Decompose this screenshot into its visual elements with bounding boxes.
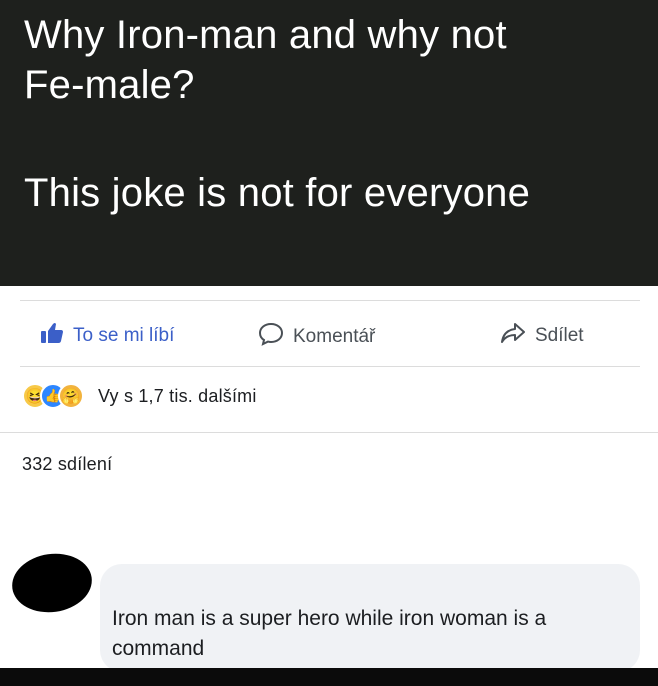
like-label: To se mi líbí: [73, 325, 175, 346]
share-arrow-icon: [500, 322, 526, 350]
post-actions: To se mi líbí Komentář Sdílet: [0, 310, 658, 360]
thumbs-up-icon: [40, 322, 64, 350]
comment-label: Komentář: [293, 326, 376, 347]
caption-banner: Why Iron-man and why not Fe-male? This j…: [0, 0, 658, 286]
care-icon: 🤗: [58, 383, 84, 409]
comment-button[interactable]: Komentář: [258, 322, 375, 352]
post-card: To se mi líbí Komentář Sdílet 😆 👍 🤗 Vy s…: [0, 286, 658, 686]
bottom-edge: [0, 668, 658, 686]
share-count[interactable]: 332 sdílení: [22, 454, 112, 475]
caption-line-1: Why Iron-man and why not: [24, 13, 507, 57]
share-label: Sdílet: [535, 325, 584, 346]
reactions-text: Vy s 1,7 tis. dalšími: [98, 385, 257, 406]
share-button[interactable]: Sdílet: [500, 322, 584, 350]
comment-text: Iron man is a super hero while iron woma…: [112, 607, 547, 660]
speech-bubble-icon: [258, 322, 284, 352]
divider: [0, 432, 658, 433]
reactions-summary[interactable]: 😆 👍 🤗 Vy s 1,7 tis. dalšími: [22, 378, 257, 414]
caption-line-3: This joke is not for everyone: [24, 171, 531, 215]
comment-bubble: Iron man is a super hero while iron woma…: [100, 564, 640, 672]
avatar[interactable]: [8, 548, 96, 618]
divider: [20, 366, 640, 367]
divider: [20, 300, 640, 301]
caption-line-2: Fe-male?: [24, 63, 195, 107]
like-button[interactable]: To se mi líbí: [40, 322, 174, 350]
